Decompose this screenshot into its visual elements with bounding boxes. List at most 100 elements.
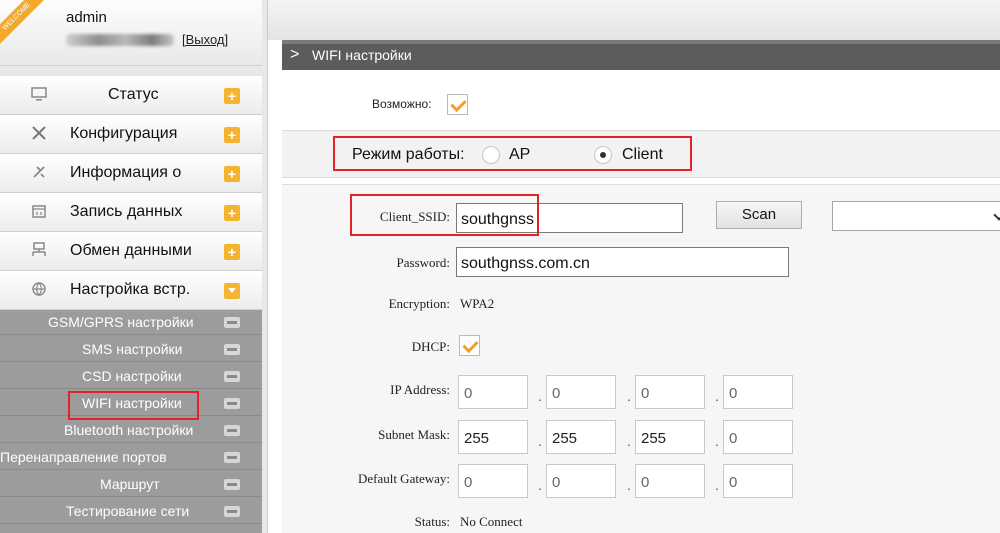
sidebar-item-label: Информация о xyxy=(70,164,182,181)
submenu-item-label: Маршрут xyxy=(100,476,160,492)
mask-octet-4[interactable]: 0 xyxy=(723,420,793,454)
highlight-ssid xyxy=(350,194,539,236)
submenu-item-label: Перенаправление портов xyxy=(0,449,167,465)
root: WELCOME admin [Выход] Статус + Конфигура… xyxy=(0,0,1000,533)
sidebar-item-info[interactable]: Информация о + xyxy=(0,154,262,193)
dhcp-checkbox[interactable] xyxy=(459,335,480,356)
minus-icon xyxy=(224,506,240,517)
scan-button[interactable]: Scan xyxy=(716,201,802,229)
username: admin xyxy=(66,9,107,26)
submenu-item-label: Тестирование сети xyxy=(66,503,190,519)
submenu-item-route[interactable]: Маршрут xyxy=(0,472,262,497)
logout-link-wrap: [Выход] xyxy=(182,32,228,47)
expand-plus-icon[interactable]: + xyxy=(224,166,240,182)
highlight-work-mode xyxy=(333,136,692,171)
calendar-icon xyxy=(30,203,48,221)
page-title: WIFI настройки xyxy=(312,47,412,63)
submenu-item-bluetooth[interactable]: Bluetooth настройки xyxy=(0,418,262,443)
octet-separator: . xyxy=(538,388,542,404)
expand-plus-icon[interactable]: + xyxy=(224,127,240,143)
status-value: No Connect xyxy=(460,514,523,529)
minus-icon xyxy=(224,371,240,382)
ip-address-label: IP Address: xyxy=(390,382,450,397)
octet-separator: . xyxy=(715,388,719,404)
tools-icon xyxy=(30,125,48,143)
sidebar: WELCOME admin [Выход] Статус + Конфигура… xyxy=(0,0,268,533)
default-gateway-label: Default Gateway: xyxy=(357,471,450,486)
ip-octet-4[interactable]: 0 xyxy=(723,375,793,409)
main-content: > WIFI настройки Возможно: Режим работы:… xyxy=(268,0,1000,533)
encryption-value: WPA2 xyxy=(460,296,495,311)
minus-icon xyxy=(224,452,240,463)
enable-checkbox[interactable] xyxy=(447,94,468,115)
octet-separator: . xyxy=(627,433,631,449)
password-input[interactable]: southgnss.com.cn xyxy=(456,247,789,277)
ssid-select[interactable] xyxy=(832,201,1000,231)
minus-icon xyxy=(224,425,240,436)
sidebar-item-data-recording[interactable]: Запись данных + xyxy=(0,193,262,232)
octet-separator: . xyxy=(627,388,631,404)
gateway-octet-2[interactable]: 0 xyxy=(546,464,616,498)
sidebar-item-label: Конфигурация xyxy=(70,125,178,142)
expand-plus-icon[interactable]: + xyxy=(224,88,240,104)
ip-octet-3[interactable]: 0 xyxy=(635,375,705,409)
octet-separator: . xyxy=(627,477,631,493)
minus-icon xyxy=(224,479,240,490)
gateway-octet-3[interactable]: 0 xyxy=(635,464,705,498)
user-panel: WELCOME admin [Выход] xyxy=(0,0,262,66)
status-label: Status: xyxy=(414,514,450,529)
ip-octet-1[interactable]: 0 xyxy=(458,375,528,409)
sidebar-item-data-exchange[interactable]: Обмен данными + xyxy=(0,232,262,271)
logout-link[interactable]: [Выход] xyxy=(182,32,228,47)
sidebar-item-label: Запись данных xyxy=(70,203,183,220)
submenu-item-label: Bluetooth настройки xyxy=(64,422,194,438)
welcome-ribbon: WELCOME xyxy=(0,0,46,46)
expand-plus-icon[interactable]: + xyxy=(224,205,240,221)
sidebar-item-status[interactable]: Статус + xyxy=(0,76,262,115)
octet-separator: . xyxy=(715,477,719,493)
highlight-wifi-menu xyxy=(68,391,199,420)
encryption-label: Encryption: xyxy=(388,296,450,311)
sidebar-item-label: Статус xyxy=(108,86,159,103)
network-icon xyxy=(30,242,48,260)
octet-separator: . xyxy=(538,477,542,493)
sidebar-item-label: Настройка встр. xyxy=(70,281,191,298)
minus-icon xyxy=(224,344,240,355)
sidebar-item-configuration[interactable]: Конфигурация + xyxy=(0,115,262,154)
chevron-right-icon: > xyxy=(290,46,300,63)
octet-separator: . xyxy=(715,433,719,449)
section-header: > WIFI настройки xyxy=(282,40,1000,70)
submenu-item-network-test[interactable]: Тестирование сети xyxy=(0,499,262,524)
mask-octet-1[interactable]: 255 xyxy=(458,420,528,454)
globe-icon xyxy=(30,281,48,299)
submenu-item-csd[interactable]: CSD настройки xyxy=(0,364,262,389)
subnet-mask-label: Subnet Mask: xyxy=(378,427,450,442)
dhcp-label: DHCP: xyxy=(411,339,450,354)
blurred-device-id xyxy=(66,34,174,46)
submenu-builtin-settings: GSM/GPRS настройки SMS настройки CSD нас… xyxy=(0,310,262,533)
submenu-item-gsm-gprs[interactable]: GSM/GPRS настройки xyxy=(0,310,262,335)
sidebar-item-label: Обмен данными xyxy=(70,242,192,259)
minus-icon xyxy=(224,398,240,409)
top-strip xyxy=(268,0,1000,40)
submenu-item-label: SMS настройки xyxy=(82,341,183,357)
mask-octet-2[interactable]: 255 xyxy=(546,420,616,454)
gateway-octet-4[interactable]: 0 xyxy=(723,464,793,498)
minus-icon xyxy=(224,317,240,328)
client-settings-form: Client_SSID: southgnss Scan Password: so… xyxy=(282,184,1000,533)
collapse-icon[interactable] xyxy=(224,283,240,299)
enable-label: Возможно: xyxy=(372,97,432,111)
sidebar-item-builtin-settings[interactable]: Настройка встр. xyxy=(0,271,262,310)
submenu-item-label: CSD настройки xyxy=(82,368,182,384)
submenu-item-label: GSM/GPRS настройки xyxy=(48,314,194,330)
ip-octet-2[interactable]: 0 xyxy=(546,375,616,409)
password-label: Password: xyxy=(396,255,450,270)
mask-octet-3[interactable]: 255 xyxy=(635,420,705,454)
satellite-icon xyxy=(30,164,48,182)
submenu-item-sms[interactable]: SMS настройки xyxy=(0,337,262,362)
monitor-icon xyxy=(30,86,48,104)
gateway-octet-1[interactable]: 0 xyxy=(458,464,528,498)
submenu-item-port-forwarding[interactable]: Перенаправление портов xyxy=(0,445,262,470)
expand-plus-icon[interactable]: + xyxy=(224,244,240,260)
octet-separator: . xyxy=(538,433,542,449)
